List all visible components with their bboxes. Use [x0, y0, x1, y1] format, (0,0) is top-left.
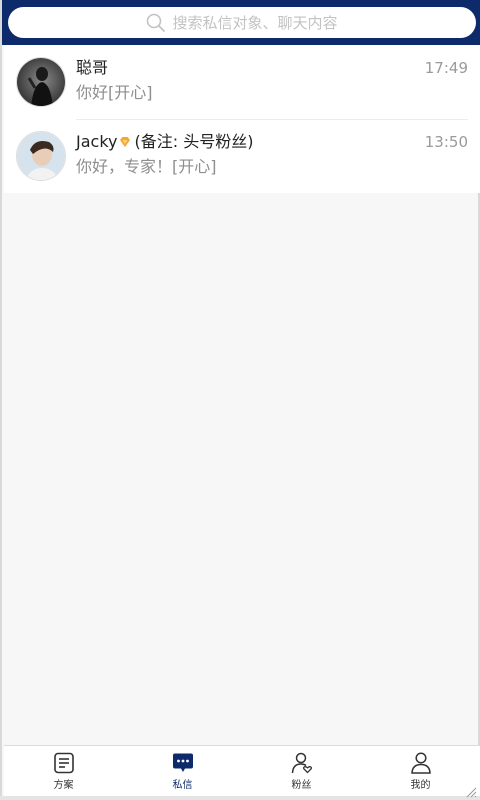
resize-grip-icon[interactable] [465, 786, 477, 798]
conversation-item[interactable]: Jacky (备注: 头号粉丝) 你好，专家！[开心] 13:50 [4, 119, 480, 193]
search-header: 搜索私信对象、聊天内容 [2, 0, 480, 45]
message-time: 13:50 [424, 133, 468, 151]
bottom-tab-bar: 方案 私信 粉丝 我的 [4, 745, 480, 796]
avatar[interactable] [16, 131, 66, 181]
conversation-name-line: Jacky (备注: 头号粉丝) [76, 131, 480, 153]
tab-plan[interactable]: 方案 [4, 746, 123, 796]
search-icon [147, 13, 166, 32]
conversation-name-line: 聪哥 [76, 57, 480, 79]
vip-diamond-icon [120, 137, 131, 147]
user-icon [410, 752, 431, 774]
chat-bubble-icon [172, 753, 193, 772]
search-placeholder: 搜索私信对象、聊天内容 [172, 14, 338, 32]
tab-label: 我的 [410, 780, 431, 791]
tab-label: 粉丝 [291, 780, 312, 791]
user-heart-icon [291, 752, 312, 774]
last-message: 你好[开心] [76, 83, 153, 102]
search-input[interactable]: 搜索私信对象、聊天内容 [8, 7, 476, 38]
contact-name: 聪哥 [76, 58, 109, 77]
app-frame: 搜索私信对象、聊天内容 聪哥 你好[开心] 17:49 Jacky (备注: 头… [0, 0, 480, 800]
tab-me[interactable]: 我的 [361, 746, 480, 796]
tab-messages[interactable]: 私信 [123, 746, 242, 796]
tab-label: 私信 [172, 780, 193, 791]
avatar[interactable] [16, 57, 66, 107]
conversation-list: 聪哥 你好[开心] 17:49 Jacky (备注: 头号粉丝) 你好，专家！[… [4, 45, 480, 193]
conversation-item[interactable]: 聪哥 你好[开心] 17:49 [4, 45, 480, 119]
document-icon [53, 752, 74, 774]
contact-name: Jacky [76, 132, 118, 151]
conversation-body: Jacky (备注: 头号粉丝) 你好，专家！[开心] 13:50 [76, 131, 480, 181]
tab-fans[interactable]: 粉丝 [242, 746, 361, 796]
message-time: 17:49 [424, 59, 468, 77]
last-message: 你好，专家！[开心] [76, 157, 217, 176]
contact-remark: (备注: 头号粉丝) [134, 132, 254, 151]
conversation-body: 聪哥 你好[开心] 17:49 [76, 57, 480, 107]
tab-label: 方案 [53, 780, 74, 791]
window-bottom-edge [0, 796, 480, 800]
